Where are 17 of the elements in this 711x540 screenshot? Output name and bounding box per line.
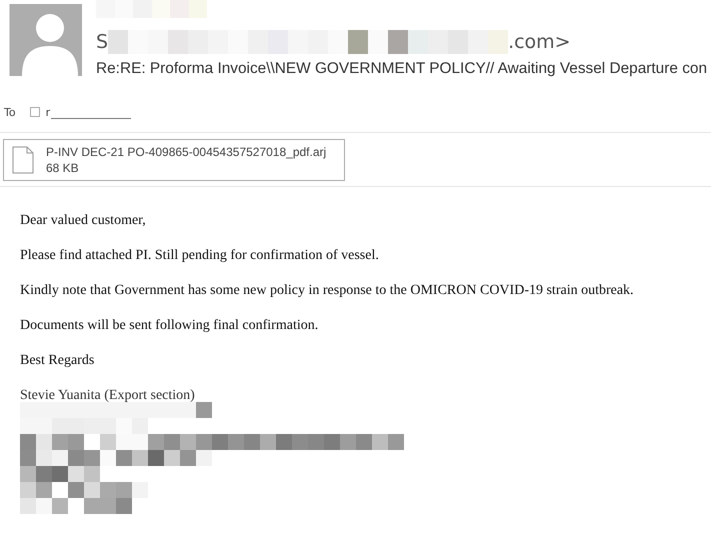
attachment-card[interactable]: P-INV DEC-21 PO-409865-00454357527018_pdf.arj 68 KB — [3, 139, 345, 181]
to-label: To — [4, 106, 16, 118]
body-paragraph: Kindly note that Government has some new policy in response to the OMICRON COVID-19 strain outbreak. — [20, 283, 635, 299]
body-paragraph: Documents will be sent following final confirmation. — [20, 318, 320, 334]
avatar-icon — [8, 4, 82, 76]
signature-text: Stevie Yuanita (Export section) — [20, 388, 196, 404]
recipient-checkbox[interactable] — [30, 107, 40, 117]
file-icon — [12, 146, 34, 174]
body-paragraph: Best Regards — [20, 353, 96, 369]
body-paragraph: Please find attached PI. Still pending for confirmation of vessel. — [20, 248, 380, 264]
email-subject: Re:RE: Proforma Invoice\\NEW GOVERNMENT POLICY// Awaiting Vessel Departure con — [96, 60, 708, 78]
attachment-size: 68 KB — [46, 160, 80, 176]
sender-address: .com> — [508, 30, 571, 55]
attachment-name: P-INV DEC-21 PO-409865-00454357527018_pdf.arj — [46, 144, 326, 160]
body-paragraph: Dear valued customer, — [20, 213, 147, 229]
recipient-name: r — [46, 106, 50, 118]
sender-address: S — [96, 30, 108, 55]
